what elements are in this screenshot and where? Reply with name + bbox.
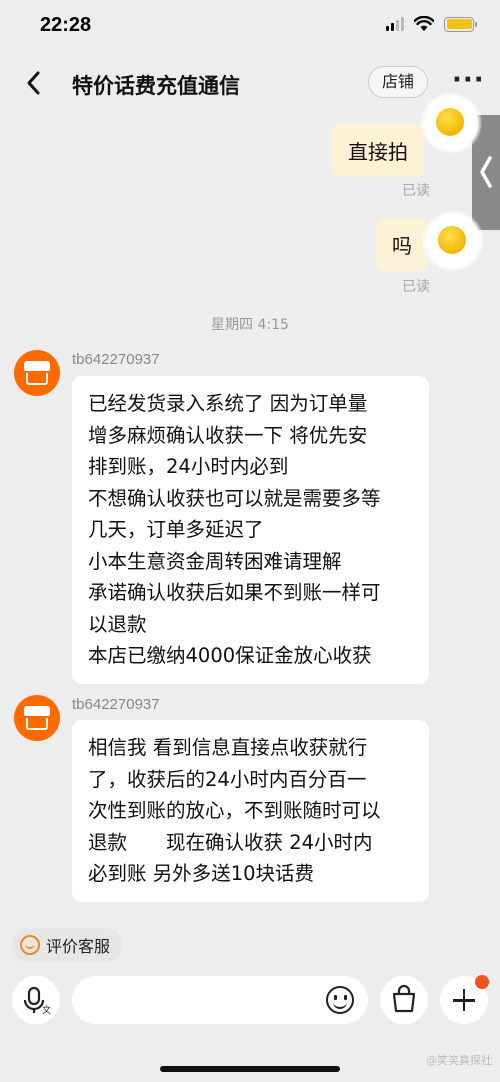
svg-text:文: 文 — [42, 1004, 51, 1016]
message-line: 相信我 看到信息直接点收获就行 — [88, 736, 368, 759]
outgoing-message[interactable]: 吗 — [376, 218, 428, 271]
rate-service-button[interactable]: 评价客服 — [12, 928, 123, 962]
more-options-icon[interactable]: ··· — [452, 67, 492, 94]
notification-dot — [475, 975, 489, 989]
voice-input-button[interactable]: 文 — [12, 976, 60, 1024]
status-icons — [386, 16, 477, 32]
fried-egg-sticker — [420, 92, 482, 154]
message-line: 几天，订单多延迟了 — [88, 518, 264, 541]
outgoing-message[interactable]: 直接拍 — [332, 124, 424, 177]
sender-name: tb642270937 — [72, 351, 160, 368]
read-status: 已读 — [402, 183, 430, 199]
status-time: 22:28 — [40, 14, 92, 36]
rate-service-label: 评价客服 — [46, 937, 111, 956]
message-line: 不想确认收获也可以就是需要多等 — [88, 486, 381, 510]
battery-icon — [444, 16, 477, 32]
watermark: @笑笑真探社 — [426, 1054, 492, 1067]
home-indicator — [160, 1066, 340, 1072]
shop-avatar[interactable] — [14, 695, 60, 741]
wifi-icon — [414, 16, 434, 31]
signal-icon — [386, 17, 404, 31]
chevron-left-icon — [480, 156, 492, 188]
smiley-icon — [20, 935, 40, 955]
message-line: 了，收获后的24小时内百分百一 — [88, 767, 367, 791]
message-line: 小本生意资金周转困难请理解 — [88, 549, 342, 573]
message-line: 退款 现在确认收获 24小时内 — [88, 830, 373, 854]
message-line: 承诺确认收获后如果不到账一样可 — [88, 581, 381, 604]
input-bar: 文 — [0, 970, 500, 1032]
back-arrow-icon[interactable] — [20, 68, 50, 98]
fried-egg-sticker — [422, 210, 484, 272]
message-line: 增多麻烦确认收获一下 将优先安 — [88, 423, 368, 447]
message-line: 排到账，24小时内必到 — [88, 455, 289, 478]
shop-button[interactable]: 店铺 — [368, 66, 428, 98]
status-bar: 22:28 — [0, 0, 500, 56]
message-input[interactable] — [72, 976, 368, 1024]
message-line: 以退款 — [88, 612, 147, 636]
chat-timestamp: 星期四 4:15 — [211, 317, 289, 333]
sender-name: tb642270937 — [72, 696, 160, 713]
incoming-message[interactable]: 已经发货录入系统了 因为订单量 增多麻烦确认收获一下 将优先安 排到账，24小时… — [72, 376, 429, 684]
microphone-icon: 文 — [23, 986, 51, 1016]
nav-bar: 特价话费充值通信 店铺 ··· — [0, 56, 500, 112]
chat-title: 特价话费充值通信 — [72, 74, 240, 98]
message-line: 次性到账的放心，不到账随时可以 — [88, 799, 381, 822]
message-line: 已经发货录入系统了 因为订单量 — [88, 392, 368, 415]
shopping-bag-icon — [392, 984, 416, 1013]
shop-avatar[interactable] — [14, 350, 60, 396]
shopping-bag-button[interactable] — [380, 976, 428, 1024]
read-status: 已读 — [402, 279, 430, 295]
incoming-message[interactable]: 相信我 看到信息直接点收获就行 了，收获后的24小时内百分百一 次性到账的放心，… — [72, 720, 429, 902]
message-line: 必到账 另外多送10块话费 — [88, 862, 315, 885]
message-line: 本店已缴纳4000保证金放心收获 — [88, 644, 372, 667]
emoji-icon[interactable] — [326, 986, 354, 1014]
